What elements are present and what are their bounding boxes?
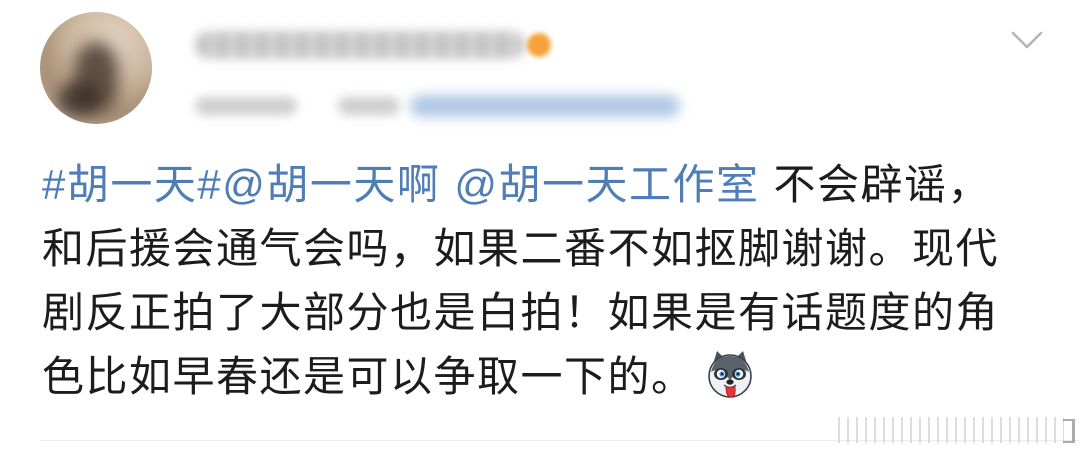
post-line-2: 和后援会通气会吗，如果二番不如抠脚谢谢。现代 xyxy=(42,225,1000,272)
post-text-segment: 不会辟谣， xyxy=(773,161,992,208)
post-source-prefix-blurred xyxy=(338,97,400,115)
post-timestamp-blurred xyxy=(195,97,297,115)
hashtag-link[interactable]: #胡一天# xyxy=(42,161,222,208)
post-line-1: #胡一天#@胡一天啊 @胡一天工作室 不会辟谣， xyxy=(42,153,999,217)
post-source-link-blurred[interactable] xyxy=(410,95,680,117)
post-content: #胡一天#@胡一天啊 @胡一天工作室 不会辟谣， 和后援会通气会吗，如果二番不如抠脚… xyxy=(42,153,999,409)
chevron-down-icon[interactable] xyxy=(1010,28,1044,52)
post-line-3: 剧反正拍了大部分也是白拍！如果是有话题度的角 xyxy=(42,289,1000,336)
watermark-mark xyxy=(1063,419,1075,443)
husky-emoji xyxy=(707,351,752,398)
mention-link-2[interactable]: @胡一天工作室 xyxy=(454,161,759,208)
watermark xyxy=(838,417,1064,443)
post-line-4: 色比如早春还是可以争取一下的。 xyxy=(42,345,999,409)
verified-badge-icon xyxy=(527,33,551,57)
avatar-shadow xyxy=(58,82,98,116)
post-text-segment: 色比如早春还是可以争取一下的。 xyxy=(42,353,695,400)
avatar[interactable] xyxy=(40,12,152,124)
mention-link-1[interactable]: @胡一天啊 xyxy=(222,161,440,208)
username-blurred[interactable] xyxy=(195,31,525,59)
